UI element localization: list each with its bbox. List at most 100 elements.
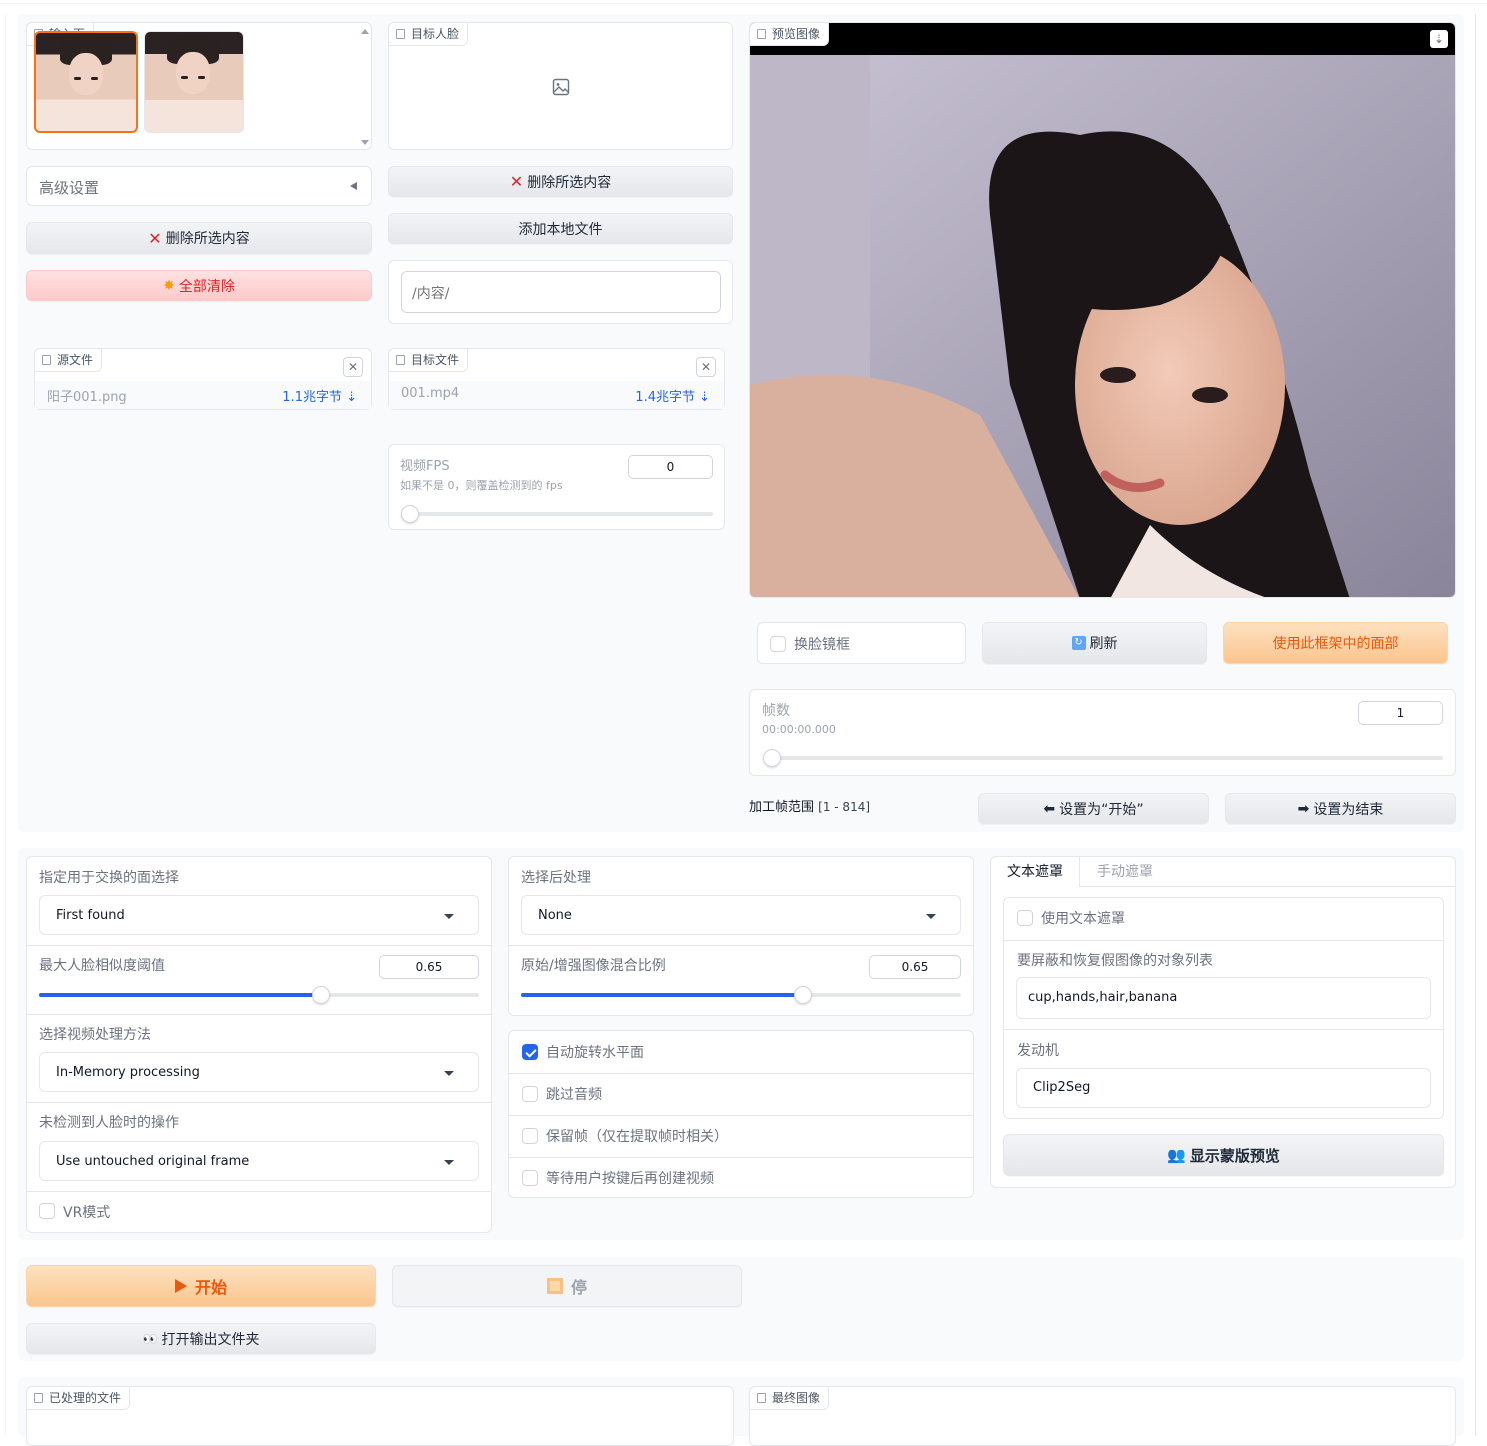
target-file-size-link[interactable]: 1.4兆字节 ⇣	[635, 386, 710, 405]
blend-number-input[interactable]: 0.65	[869, 955, 961, 979]
chevron-down-icon	[926, 914, 936, 919]
target-face-dropzone[interactable]: 目标人脸	[388, 22, 733, 150]
set-start-button[interactable]: ⬅ 设置为“开始”	[978, 793, 1209, 824]
frames-slider-knob[interactable]	[763, 749, 781, 767]
source-file-size-link[interactable]: 1.1兆字节 ⇣	[282, 386, 357, 405]
advanced-settings-accordion[interactable]: 高级设置	[26, 166, 372, 206]
fps-slider-track[interactable]	[402, 512, 713, 516]
show-mask-preview-button[interactable]: 👥 显示蒙版预览	[1003, 1134, 1444, 1176]
arrow-right-icon: ➡	[1297, 800, 1310, 817]
fps-slider-knob[interactable]	[401, 505, 419, 523]
remove-source-file-icon[interactable]: ✕	[343, 357, 363, 377]
vr-mode-checkbox[interactable]	[39, 1203, 55, 1219]
objects-label: 要屏蔽和恢复假图像的对象列表	[1017, 953, 1213, 969]
cross-icon: ✕	[509, 172, 524, 191]
image-placeholder-icon	[552, 78, 570, 96]
refresh-icon: ↻	[1071, 636, 1086, 650]
chevron-down-icon	[444, 914, 454, 919]
engine-input[interactable]: Clip2Seg	[1016, 1068, 1431, 1108]
target-file-name: 001.mp4	[401, 386, 460, 401]
remove-target-file-icon[interactable]: ✕	[696, 357, 716, 377]
processed-files-box: 已处理的文件	[26, 1386, 734, 1446]
clear-all-button[interactable]: ✸ 全部清除	[26, 270, 372, 301]
frames-number-input[interactable]: 1	[1358, 701, 1443, 725]
path-input[interactable]	[401, 271, 721, 313]
play-icon	[174, 1279, 187, 1293]
similarity-label: 最大人脸相似度阈值	[39, 958, 165, 974]
preview-photo	[750, 55, 1455, 597]
similarity-slider-knob[interactable]	[312, 986, 330, 1004]
arrow-left-icon: ⬅	[1043, 800, 1056, 817]
preview-image-box: 预览图像 ⇣	[749, 22, 1456, 598]
options-checkbox-group: 自动旋转水平面 跳过音频 保留帧（仅在提取帧时相关） 等待用户按键后再创建视频	[508, 1030, 974, 1198]
face-select-dropdown[interactable]: First found	[39, 895, 479, 935]
use-text-mask-label: 使用文本遮罩	[1041, 911, 1125, 927]
mid-delete-selected-button[interactable]: ✕ 删除所选内容	[388, 166, 733, 197]
image-icon	[757, 1393, 766, 1403]
auto-rotate-checkbox[interactable]	[522, 1044, 538, 1060]
post-process-dropdown[interactable]: None	[521, 895, 961, 935]
face-frame-checkbox[interactable]	[770, 636, 786, 652]
face-select-label: 指定用于交换的面选择	[39, 870, 179, 886]
no-face-dropdown[interactable]: Use untouched original frame	[39, 1141, 479, 1181]
face-thumbnail-2[interactable]	[144, 31, 244, 133]
skip-audio-label: 跳过音频	[546, 1087, 602, 1103]
text-mask-box: 使用文本遮罩 要屏蔽和恢复假图像的对象列表 cup,hands,hair,ban…	[1003, 897, 1444, 1119]
similarity-slider-track[interactable]	[39, 993, 479, 997]
tab-manual-mask[interactable]: 手动遮罩	[1097, 857, 1153, 887]
wait-user-label: 等待用户按键后再创建视频	[546, 1171, 714, 1187]
file-icon	[396, 355, 405, 365]
set-end-button[interactable]: ➡ 设置为结束	[1225, 793, 1456, 824]
engine-label: 发动机	[1017, 1043, 1059, 1059]
similarity-number-input[interactable]: 0.65	[379, 955, 479, 979]
mask-tabs-container: 文本遮罩 手动遮罩 使用文本遮罩 要屏蔽和恢复假图像的对象列表 cup,hand…	[990, 856, 1456, 1188]
target-file-tag: 目标文件	[388, 348, 469, 372]
fps-number-input[interactable]: 0	[628, 455, 713, 479]
final-image-box: 最终图像	[749, 1386, 1456, 1446]
face-frame-checkbox-box[interactable]: 换脸镜框	[757, 622, 966, 664]
image-icon	[757, 29, 766, 39]
refresh-button[interactable]: ↻ 刷新	[982, 622, 1207, 664]
eyes-icon: 👀	[142, 1331, 158, 1346]
blend-slider-track[interactable]	[521, 993, 961, 997]
source-file-name: 阳子001.png	[47, 390, 127, 405]
skip-audio-checkbox[interactable]	[522, 1086, 538, 1102]
blend-slider-knob[interactable]	[794, 986, 812, 1004]
frames-slider-track[interactable]	[764, 756, 1443, 760]
range-label: 加工帧范围 [1 - 814]	[749, 800, 871, 815]
fps-box: 视频FPS 如果不是 0，则覆盖检测到的 fps 0	[388, 444, 725, 530]
add-local-file-button[interactable]: 添加本地文件	[388, 213, 733, 244]
keep-frames-checkbox[interactable]	[522, 1128, 538, 1144]
blend-label: 原始/增强图像混合比例	[521, 958, 666, 974]
similarity-slider-fill	[39, 993, 325, 997]
cross-icon: ✕	[148, 228, 162, 248]
top-strip	[0, 0, 1487, 4]
video-method-dropdown[interactable]: In-Memory processing	[39, 1052, 479, 1092]
no-face-label: 未检测到人脸时的操作	[39, 1115, 179, 1131]
stop-button[interactable]: 停	[392, 1265, 742, 1307]
target-face-tag: 目标人脸	[388, 22, 469, 46]
vr-mode-label: VR模式	[63, 1205, 111, 1221]
objects-textarea[interactable]: cup,hands,hair,banana	[1016, 977, 1431, 1019]
use-text-mask-checkbox[interactable]	[1017, 910, 1033, 926]
keep-frames-label: 保留帧（仅在提取帧时相关）	[546, 1129, 728, 1145]
wait-user-checkbox[interactable]	[522, 1170, 538, 1186]
advanced-settings-label: 高级设置	[39, 179, 100, 197]
file-icon	[34, 1393, 43, 1403]
gallery-scrollbar[interactable]	[361, 27, 369, 147]
range-value: [1 - 814]	[818, 800, 871, 814]
tab-text-mask[interactable]: 文本遮罩	[991, 857, 1080, 887]
scroll-down-icon[interactable]	[361, 140, 369, 145]
left-delete-selected-button[interactable]: ✕ 删除所选内容	[26, 222, 372, 254]
input-face-gallery[interactable]: 输入面	[26, 22, 372, 150]
scroll-up-icon[interactable]	[361, 29, 369, 34]
fps-info: 如果不是 0，则覆盖检测到的 fps	[400, 479, 563, 492]
people-icon: 👥	[1167, 1146, 1186, 1164]
start-button[interactable]: 开始	[26, 1265, 376, 1307]
download-icon[interactable]: ⇣	[1430, 30, 1448, 48]
face-thumbnail-1[interactable]	[34, 31, 138, 133]
open-output-folder-button[interactable]: 👀 打开输出文件夹	[26, 1323, 376, 1354]
frames-label: 帧数	[762, 703, 790, 719]
source-file-box: 源文件 ✕ 阳子001.png 1.1兆字节 ⇣	[34, 348, 372, 410]
use-face-button[interactable]: 使用此框架中的面部	[1223, 622, 1448, 664]
